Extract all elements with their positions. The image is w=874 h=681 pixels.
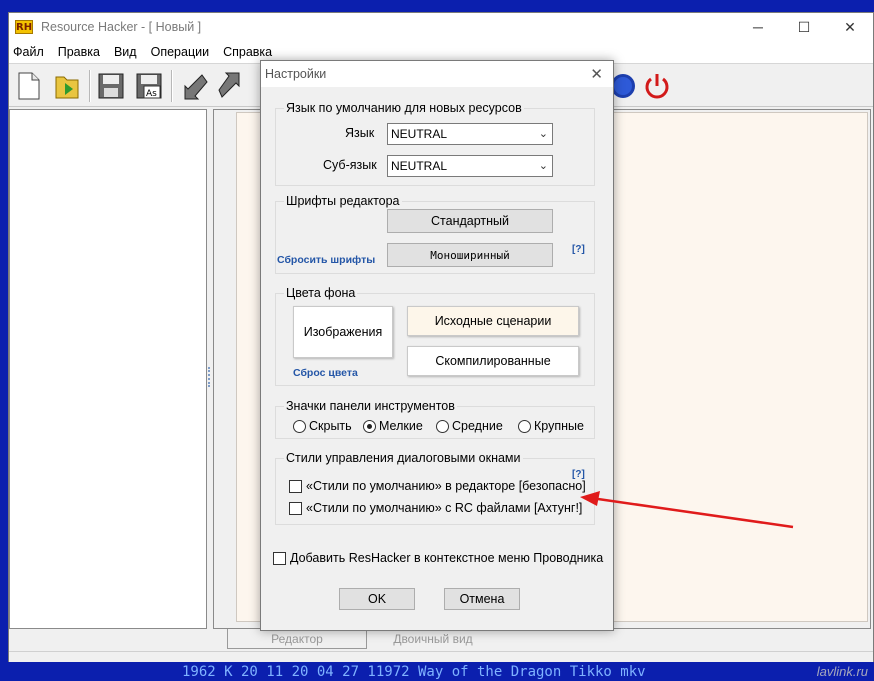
source-scripts-color-button[interactable]: Исходные сценарии xyxy=(407,306,579,336)
fonts-help-link[interactable]: [?] xyxy=(572,244,585,255)
radio-indicator xyxy=(293,419,306,433)
compiled-color-button[interactable]: Скомпилированные xyxy=(407,346,579,376)
svg-text:As: As xyxy=(146,89,157,99)
standard-font-button[interactable]: Стандартный xyxy=(387,209,553,233)
default-styles-rc-checkbox[interactable]: «Стили по умолчанию» с RC файлами [Ахтун… xyxy=(289,501,582,515)
explorer-context-menu-checkbox[interactable]: Добавить ResHacker в контекстное меню Пр… xyxy=(273,551,603,565)
open-file-icon[interactable] xyxy=(49,68,85,104)
radio-label: Средние xyxy=(452,419,503,433)
sublanguage-select-value: NEUTRAL xyxy=(391,159,448,173)
reset-colors-link[interactable]: Сброс цвета xyxy=(293,367,358,379)
ok-button[interactable]: OK xyxy=(339,588,415,610)
dialog-title: Настройки xyxy=(265,67,327,81)
radio-indicator-selected xyxy=(363,419,376,433)
watermark: lavlink.ru xyxy=(816,664,868,679)
toolbar-separator xyxy=(89,70,91,102)
save-as-icon[interactable]: As xyxy=(131,68,167,104)
language-label: Язык xyxy=(345,126,375,140)
icons-medium-radio[interactable]: Средние xyxy=(436,419,503,433)
radio-label: Скрыть xyxy=(309,419,352,433)
checkbox-label: Добавить ResHacker в контекстное меню Пр… xyxy=(290,551,604,565)
editor-tabs: Редактор Двоичный вид xyxy=(213,629,871,649)
exit-power-icon[interactable] xyxy=(639,68,675,104)
tab-editor[interactable]: Редактор xyxy=(227,629,367,649)
run-script-icon[interactable] xyxy=(215,68,251,104)
radio-indicator xyxy=(518,419,531,433)
maximize-button[interactable]: ☐ xyxy=(781,13,827,41)
app-logo-icon: RH xyxy=(15,20,33,34)
window-title: Resource Hacker - [ Новый ] xyxy=(41,20,202,34)
title-bar: RH Resource Hacker - [ Новый ] ─ ☐ ✕ xyxy=(9,13,873,41)
language-select-value: NEUTRAL xyxy=(391,127,448,141)
background-console-text: 1962 К 20 11 20 04 27 11972 Way of the D… xyxy=(0,662,874,681)
images-color-button[interactable]: Изображения xyxy=(293,306,393,358)
checkbox-box xyxy=(289,479,302,493)
close-window-button[interactable]: ✕ xyxy=(827,13,873,41)
checkbox-box xyxy=(273,551,286,565)
radio-label: Крупные xyxy=(534,419,584,433)
icons-hide-radio[interactable]: Скрыть xyxy=(293,419,352,433)
menu-operations[interactable]: Операции xyxy=(151,45,209,59)
menu-view[interactable]: Вид xyxy=(114,45,137,59)
toolbar-separator xyxy=(171,70,173,102)
menu-help[interactable]: Справка xyxy=(223,45,272,59)
desktop-background xyxy=(0,0,8,681)
checkbox-label: «Стили по умолчанию» с RC файлами [Ахтун… xyxy=(306,501,583,515)
minimize-button[interactable]: ─ xyxy=(735,13,781,41)
new-file-icon[interactable] xyxy=(11,68,47,104)
icons-small-radio[interactable]: Мелкие xyxy=(363,419,423,433)
radio-label: Мелкие xyxy=(379,419,423,433)
editor-fonts-legend: Шрифты редактора xyxy=(286,194,400,208)
menu-file[interactable]: Файл xyxy=(13,45,44,59)
menu-edit[interactable]: Правка xyxy=(58,45,100,59)
checkbox-box xyxy=(289,501,302,515)
default-styles-editor-checkbox[interactable]: «Стили по умолчанию» в редакторе [безопа… xyxy=(289,479,586,493)
reset-fonts-link[interactable]: Сбросить шрифты xyxy=(277,254,375,266)
sublanguage-select[interactable]: NEUTRAL ⌄ xyxy=(387,155,553,177)
language-group-legend: Язык по умолчанию для новых ресурсов xyxy=(286,101,522,115)
dialog-close-icon[interactable]: ✕ xyxy=(590,65,603,83)
checkbox-label: «Стили по умолчанию» в редакторе [безопа… xyxy=(306,479,586,493)
status-bar xyxy=(9,651,873,662)
tab-binary-view[interactable]: Двоичный вид xyxy=(373,629,493,649)
resource-tree-panel[interactable] xyxy=(9,109,207,629)
language-select[interactable]: NEUTRAL ⌄ xyxy=(387,123,553,145)
background-colors-legend: Цвета фона xyxy=(286,286,356,300)
monospace-font-button[interactable]: Моноширинный xyxy=(387,243,553,267)
save-icon[interactable] xyxy=(93,68,129,104)
sublanguage-label: Суб-язык xyxy=(323,158,377,172)
radio-indicator xyxy=(436,419,449,433)
dialog-styles-legend: Стили управления диалоговыми окнами xyxy=(286,451,521,465)
settings-dialog: Настройки ✕ Язык по умолчанию для новых … xyxy=(260,60,614,631)
compile-icon[interactable] xyxy=(175,68,211,104)
icons-large-radio[interactable]: Крупные xyxy=(518,419,584,433)
toolbar-icons-legend: Значки панели инструментов xyxy=(286,399,455,413)
cancel-button[interactable]: Отмена xyxy=(444,588,520,610)
chevron-down-icon: ⌄ xyxy=(538,160,548,172)
dialog-title-bar: Настройки ✕ xyxy=(261,61,613,87)
chevron-down-icon: ⌄ xyxy=(538,128,548,140)
